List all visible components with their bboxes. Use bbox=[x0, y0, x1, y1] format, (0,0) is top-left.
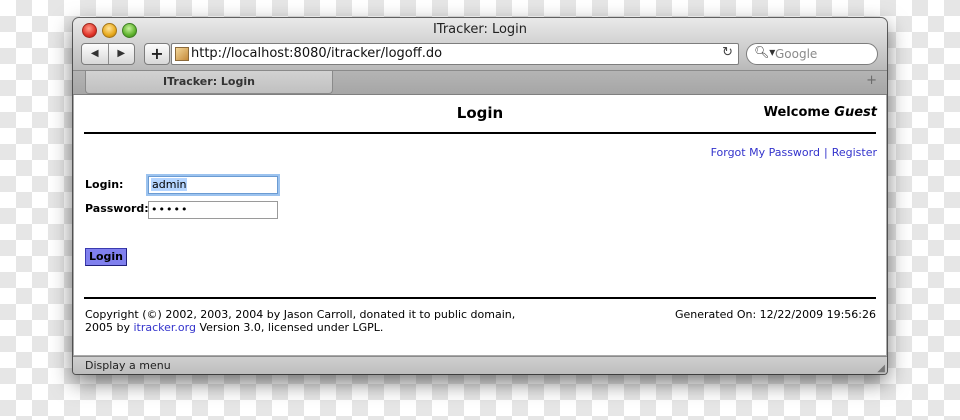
forward-arrow-icon: ▶ bbox=[117, 48, 126, 59]
copyright-line2-suffix: Version 3.0, licensed under LGPL. bbox=[195, 321, 384, 334]
new-tab-icon[interactable]: + bbox=[866, 73, 877, 88]
link-separator: | bbox=[823, 146, 828, 159]
tab-itracker-login[interactable]: ITracker: Login bbox=[85, 71, 333, 94]
welcome-text: Welcome Guest bbox=[764, 105, 877, 120]
title-bar: ITracker: Login ◀ ▶ + http://localhost:8… bbox=[73, 18, 887, 71]
itracker-org-link[interactable]: itracker.org bbox=[133, 321, 195, 334]
password-label: Password: bbox=[85, 202, 149, 215]
back-arrow-icon: ◀ bbox=[90, 48, 99, 59]
reload-icon[interactable]: ↻ bbox=[722, 45, 733, 60]
forward-button[interactable]: ▶ bbox=[109, 44, 135, 64]
add-bookmark-button[interactable]: + bbox=[144, 43, 170, 65]
account-links: Forgot My Password | Register bbox=[711, 146, 877, 159]
login-label: Login: bbox=[85, 178, 124, 191]
address-bar[interactable]: http://localhost:8080/itracker/logoff.do… bbox=[171, 43, 739, 65]
search-placeholder: Google bbox=[775, 47, 818, 61]
favicon-icon bbox=[175, 47, 189, 61]
tab-label: ITracker: Login bbox=[163, 75, 255, 88]
page-content: Login Welcome Guest Forgot My Password | R… bbox=[74, 95, 886, 355]
forgot-password-link[interactable]: Forgot My Password bbox=[711, 146, 820, 159]
tab-strip: ITracker: Login + bbox=[73, 71, 887, 95]
login-field[interactable]: admin bbox=[148, 176, 278, 194]
nav-buttons: ◀ ▶ bbox=[81, 43, 135, 65]
back-button[interactable]: ◀ bbox=[82, 44, 109, 64]
search-icon[interactable]: 🔍︎▾ bbox=[754, 45, 775, 59]
generated-timestamp: Generated On: 12/22/2009 19:56:26 bbox=[675, 308, 876, 321]
welcome-prefix: Welcome bbox=[763, 105, 830, 120]
resize-grip-icon[interactable]: ◢ bbox=[877, 363, 885, 374]
url-text: http://localhost:8080/itracker/logoff.do bbox=[191, 46, 443, 61]
copyright-text: Copyright (©) 2002, 2003, 2004 by Jason … bbox=[85, 308, 525, 334]
status-bar: Display a menu ◢ bbox=[73, 356, 887, 374]
login-value: admin bbox=[151, 178, 188, 191]
copyright-line2-prefix: 2005 by bbox=[85, 321, 134, 334]
login-button[interactable]: Login bbox=[85, 248, 127, 266]
copyright-line1: Copyright (©) 2002, 2003, 2004 by Jason … bbox=[85, 308, 516, 321]
browser-window: ITracker: Login ◀ ▶ + http://localhost:8… bbox=[73, 18, 887, 374]
password-field[interactable]: ••••• bbox=[148, 201, 278, 219]
search-input[interactable]: 🔍︎▾ Google bbox=[746, 43, 878, 65]
window-title: ITracker: Login bbox=[432, 22, 528, 37]
footer-divider bbox=[84, 297, 876, 299]
register-link[interactable]: Register bbox=[832, 146, 877, 159]
status-text: Display a menu bbox=[85, 359, 171, 372]
welcome-user: Guest bbox=[834, 105, 877, 120]
header-divider bbox=[84, 132, 876, 134]
